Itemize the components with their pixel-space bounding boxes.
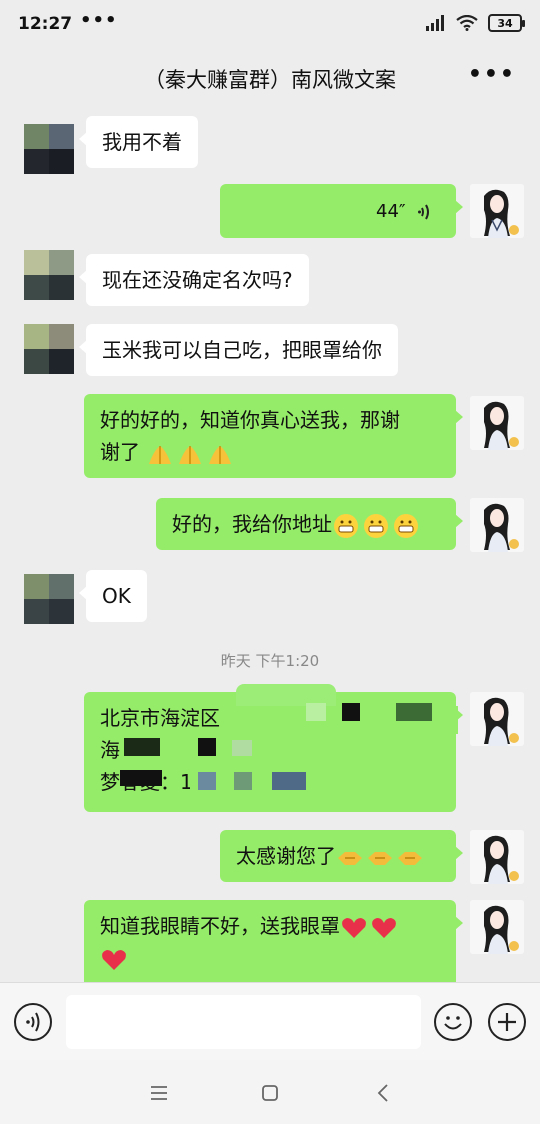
message-bubble-received[interactable]: 现在还没确定名次吗? bbox=[79, 254, 309, 306]
girl-portrait-icon bbox=[470, 498, 524, 552]
plus-icon bbox=[498, 1013, 516, 1031]
contact-avatar[interactable] bbox=[24, 250, 74, 300]
chat-timestamp: 昨天 下午1:20 bbox=[220, 652, 320, 670]
battery-icon: 34 bbox=[488, 14, 525, 32]
chat-input-bar bbox=[0, 982, 540, 1060]
privacy-mosaic bbox=[232, 740, 252, 756]
menu-icon[interactable] bbox=[144, 1078, 174, 1108]
privacy-mosaic bbox=[234, 772, 252, 790]
my-avatar[interactable] bbox=[470, 900, 524, 954]
girl-portrait-icon bbox=[470, 830, 524, 884]
girl-portrait-icon bbox=[470, 900, 524, 954]
voice-wave-icon bbox=[418, 204, 429, 219]
privacy-mosaic bbox=[120, 770, 162, 786]
message-text: 现在还没确定名次吗? bbox=[102, 268, 293, 292]
privacy-mosaic bbox=[306, 703, 326, 721]
message-bubble-received[interactable]: 我用不着 bbox=[79, 116, 198, 168]
message-text: 好的，我给你地址 bbox=[172, 512, 332, 536]
message-bubble-sent[interactable]: 好的好的，知道你真心送我，那谢 谢了 bbox=[84, 394, 463, 478]
handshake-emoji-icon bbox=[368, 851, 392, 865]
wifi-icon bbox=[456, 15, 478, 31]
grinning-face-emoji-icon bbox=[334, 513, 358, 538]
message-text: 我用不着 bbox=[102, 130, 182, 154]
more-functions-button[interactable] bbox=[488, 1003, 526, 1041]
red-heart-emoji-icon bbox=[102, 949, 126, 970]
girl-portrait-icon bbox=[470, 692, 524, 746]
signal-icon bbox=[426, 15, 444, 31]
voice-message-bubble[interactable]: 44″ bbox=[220, 184, 463, 238]
my-avatar[interactable] bbox=[470, 184, 524, 238]
handshake-emoji-icon bbox=[338, 851, 362, 865]
message-bubble-received[interactable]: 玉米我可以自己吃，把眼罩给你 bbox=[79, 324, 398, 376]
my-avatar[interactable] bbox=[470, 692, 524, 746]
folded-hands-emoji-icon bbox=[179, 445, 202, 464]
more-options-icon[interactable]: ••• bbox=[468, 62, 516, 87]
message-bubble-received[interactable]: OK bbox=[79, 570, 147, 622]
privacy-mosaic bbox=[396, 703, 432, 721]
handshake-emoji-icon bbox=[398, 851, 422, 865]
message-text-line: 好的好的，知道你真心送我，那谢 bbox=[100, 408, 400, 432]
voice-icon bbox=[26, 1012, 40, 1032]
girl-portrait-icon bbox=[470, 184, 524, 238]
privacy-mosaic bbox=[198, 738, 216, 756]
folded-hands-emoji-icon bbox=[209, 445, 232, 464]
my-avatar[interactable] bbox=[470, 498, 524, 552]
notification-dots-icon: ••• bbox=[80, 10, 118, 31]
message-text-line: 谢了 bbox=[100, 440, 140, 464]
chat-title: （秦大赚富群）南风微文案 bbox=[144, 68, 396, 92]
emoji-button[interactable] bbox=[434, 1003, 472, 1041]
status-icons: 34 bbox=[426, 14, 525, 32]
privacy-mosaic bbox=[342, 703, 360, 721]
red-heart-emoji-icon bbox=[342, 917, 366, 938]
smiley-face-icon bbox=[444, 1016, 462, 1030]
my-avatar[interactable] bbox=[470, 396, 524, 450]
grinning-face-emoji-icon bbox=[394, 513, 418, 538]
message-text: OK bbox=[102, 584, 131, 608]
my-avatar[interactable] bbox=[470, 830, 524, 884]
chat-title-bar: （秦大赚富群）南风微文案 ••• bbox=[0, 50, 540, 106]
status-bar: 12:27 ••• 34 bbox=[0, 0, 540, 50]
message-input[interactable] bbox=[66, 995, 421, 1049]
home-icon[interactable] bbox=[255, 1078, 285, 1108]
message-text-line: 知道我眼睛不好，送我眼罩 bbox=[100, 914, 340, 938]
back-icon[interactable] bbox=[368, 1078, 398, 1108]
system-navigation-bar bbox=[0, 1060, 540, 1124]
privacy-mosaic bbox=[124, 738, 160, 756]
message-bubble-sent[interactable]: 好的，我给你地址 bbox=[156, 498, 463, 550]
red-heart-emoji-icon bbox=[372, 917, 396, 938]
privacy-mosaic bbox=[272, 772, 306, 790]
status-time: 12:27 bbox=[18, 14, 73, 34]
grinning-face-emoji-icon bbox=[364, 513, 388, 538]
message-text: 太感谢您了 bbox=[236, 844, 336, 868]
voice-input-button[interactable] bbox=[14, 1003, 52, 1041]
folded-hands-emoji-icon bbox=[149, 445, 172, 464]
message-bubble-sent[interactable]: 知道我眼睛不好，送我眼罩 bbox=[84, 900, 463, 982]
contact-avatar[interactable] bbox=[24, 124, 74, 174]
message-text: 玉米我可以自己吃，把眼罩给你 bbox=[102, 338, 382, 362]
contact-avatar[interactable] bbox=[24, 324, 74, 374]
voice-duration: 44″ bbox=[376, 201, 406, 222]
contact-avatar[interactable] bbox=[24, 574, 74, 624]
privacy-mosaic bbox=[198, 772, 216, 790]
message-bubble-sent[interactable]: 太感谢您了 bbox=[220, 830, 463, 882]
girl-portrait-icon bbox=[470, 396, 524, 450]
